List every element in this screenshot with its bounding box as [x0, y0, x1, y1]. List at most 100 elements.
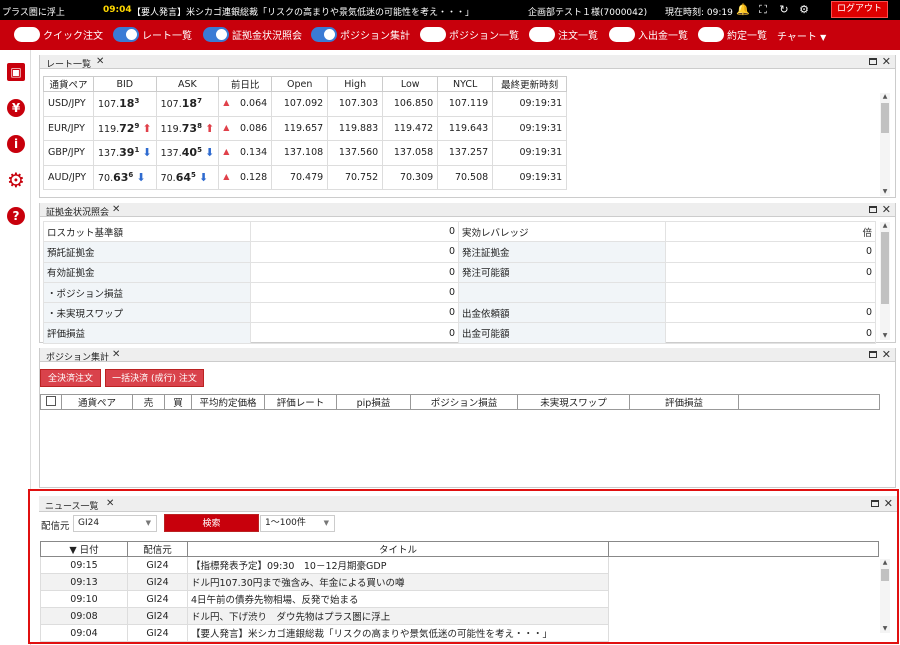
news-row[interactable]: 09:04 GI24 【要人発言】米シカゴ連銀総裁「リスクの高まりや景気低迷の可能性… — [40, 624, 879, 642]
toggle-switch[interactable] — [203, 27, 229, 42]
close-icon[interactable]: ✕ — [882, 348, 891, 361]
low-cell: 70.309 — [382, 164, 439, 190]
info-icon[interactable]: i — [7, 135, 25, 153]
menu-toggle-quick-order[interactable]: クイック注文 — [14, 27, 103, 43]
menu-toggle-rate-list[interactable]: レート一覧 — [113, 27, 192, 43]
toggle-switch[interactable] — [113, 27, 139, 42]
margin-value: 0 — [250, 281, 459, 304]
news-title[interactable]: 【要人発言】米シカゴ連銀総裁「リスクの高まりや景気低迷の可能性を考え・・・」 — [187, 624, 609, 642]
toggle-switch[interactable] — [698, 27, 724, 42]
margin-value: 倍 — [665, 220, 876, 243]
toggle-switch[interactable] — [529, 27, 555, 42]
tab-close-icon[interactable]: ✕ — [112, 204, 120, 215]
bulk-market-close-button[interactable]: 一括決済 (成行) 注文 — [105, 369, 204, 387]
news-title[interactable]: 【指標発表予定】09:30 10－12月期豪GDP — [187, 556, 609, 574]
news-title[interactable]: 4日午前の債券先物相場、反発で始まる — [187, 590, 609, 608]
pair-cell: USD/JPY — [43, 91, 94, 117]
rate-row[interactable]: USD/JPY 107.183 107.187 ▲ 0.064 107.092 107.… — [43, 91, 568, 117]
rate-row[interactable]: EUR/JPY 119.729 ⬆ 119.738 ⬆ ▲ 0.086 119.657 11… — [43, 115, 568, 141]
logout-button[interactable]: ログアウト — [831, 1, 888, 18]
news-empty-cell — [608, 624, 879, 642]
bell-icon[interactable]: 🔔 — [736, 3, 750, 17]
search-button[interactable]: 検索 — [164, 514, 259, 532]
scroll-up-icon[interactable]: ▲ — [880, 222, 890, 230]
menu-toggle-margin-status[interactable]: 証拠金状況照会 — [203, 27, 302, 43]
ask-cell[interactable]: 119.738 ⬆ — [155, 115, 220, 141]
save-icon[interactable]: ▣ — [7, 63, 25, 81]
news-scrollbar[interactable]: ▲ ▼ — [880, 559, 890, 633]
tab-close-icon[interactable]: ✕ — [106, 498, 114, 509]
margin-label: 発注証拠金 — [458, 241, 666, 263]
column-header-date[interactable]: ▼ 日付 — [40, 541, 128, 557]
select-all-checkbox[interactable] — [40, 394, 62, 410]
scroll-thumb[interactable] — [881, 232, 889, 304]
scroll-down-icon[interactable]: ▼ — [880, 332, 890, 340]
maximize-icon[interactable] — [869, 351, 877, 358]
menu-toggle-deposit-list[interactable]: 入出金一覧 — [609, 27, 688, 43]
menu-label: 証拠金状況照会 — [232, 31, 302, 42]
gear-icon[interactable]: ⚙ — [797, 3, 811, 17]
scroll-thumb[interactable] — [881, 103, 889, 133]
bid-cell[interactable]: 107.183 — [93, 91, 157, 117]
news-row[interactable]: 09:08 GI24 ドル円、下げ渋り ダウ先物はプラス圏に浮上 — [40, 607, 879, 625]
triangle-up-icon: ▲ — [223, 147, 230, 157]
toggle-switch[interactable] — [609, 27, 635, 42]
source-select[interactable]: GI24 ▼ — [73, 515, 157, 532]
yen-icon[interactable]: ¥ — [7, 99, 25, 117]
price-fraction: 6 — [128, 170, 134, 179]
close-icon[interactable]: ✕ — [882, 55, 891, 68]
ask-cell[interactable]: 107.187 — [155, 91, 220, 117]
close-icon[interactable]: ✕ — [882, 203, 891, 216]
news-title[interactable]: ドル円107.30円まで強含み、年金による買いの噂 — [187, 573, 609, 591]
close-icon[interactable]: ✕ — [884, 497, 893, 510]
margin-value: 0 — [250, 220, 459, 243]
news-row[interactable]: 09:15 GI24 【指標発表予定】09:30 10－12月期豪GDP — [40, 556, 879, 574]
column-header: 最終更新時刻 — [492, 76, 568, 92]
scroll-down-icon[interactable]: ▼ — [880, 625, 890, 633]
column-header-source[interactable]: 配信元 — [127, 541, 188, 557]
scroll-down-icon[interactable]: ▼ — [880, 188, 890, 196]
ticker-message[interactable]: 【要人発言】米シカゴ連銀総裁「リスクの高まりや景気低迷の可能性を考え・・・」 — [132, 5, 474, 18]
fullscreen-icon[interactable]: ⛶ — [756, 3, 770, 17]
menu-toggle-execution-list[interactable]: 約定一覧 — [698, 27, 767, 43]
ask-cell[interactable]: 70.645 ⬇ — [155, 164, 220, 190]
help-icon[interactable]: ? — [7, 207, 25, 225]
column-header: 通貨ペア — [43, 76, 94, 92]
news-source: GI24 — [127, 624, 188, 642]
rate-row[interactable]: GBP/JPY 137.391 ⬇ 137.405 ⬇ ▲ 0.134 137.108 13… — [43, 140, 568, 166]
bid-cell[interactable]: 119.729 ⬆ — [93, 115, 157, 141]
refresh-icon[interactable]: ↻ — [777, 3, 791, 17]
maximize-icon[interactable] — [869, 206, 877, 213]
range-select[interactable]: 1～100件 ▼ — [260, 515, 335, 532]
ask-cell[interactable]: 137.405 ⬇ — [155, 140, 220, 166]
margin-scrollbar[interactable]: ▲ ▼ — [880, 222, 890, 340]
scroll-up-icon[interactable]: ▲ — [880, 559, 890, 567]
price-pips: 18 — [181, 97, 198, 111]
chart-menu[interactable]: チャート ▼ — [777, 28, 826, 44]
gear-icon[interactable]: ⚙ — [7, 170, 25, 190]
scroll-up-icon[interactable]: ▲ — [880, 93, 890, 101]
tab-close-icon[interactable]: ✕ — [96, 56, 104, 67]
news-row[interactable]: 09:13 GI24 ドル円107.30円まで強含み、年金による買いの噂 — [40, 573, 879, 591]
maximize-icon[interactable] — [869, 58, 877, 65]
scroll-thumb[interactable] — [881, 569, 889, 581]
maximize-icon[interactable] — [871, 500, 879, 507]
menu-toggle-position-list[interactable]: ポジション一覧 — [420, 27, 519, 43]
column-header-title[interactable]: タイトル — [187, 541, 609, 557]
price-prefix: 70. — [98, 172, 114, 184]
bid-cell[interactable]: 137.391 ⬇ — [93, 140, 157, 166]
toggle-switch[interactable] — [420, 27, 446, 42]
menu-toggle-position-summary[interactable]: ポジション集計 — [311, 27, 410, 43]
bid-cell[interactable]: 70.636 ⬇ — [93, 164, 157, 190]
rate-scrollbar[interactable]: ▲ ▼ — [880, 93, 890, 196]
menu-toggle-order-list[interactable]: 注文一覧 — [529, 27, 598, 43]
news-row[interactable]: 09:10 GI24 4日午前の債券先物相場、反発で始まる — [40, 590, 879, 608]
rate-row[interactable]: AUD/JPY 70.636 ⬇ 70.645 ⬇ ▲ 0.128 70.479 70.75… — [43, 164, 568, 190]
toggle-switch[interactable] — [311, 27, 337, 42]
toggle-switch[interactable] — [14, 27, 40, 42]
high-cell: 70.752 — [327, 164, 384, 190]
news-title[interactable]: ドル円、下げ渋り ダウ先物はプラス圏に浮上 — [187, 607, 609, 625]
change-cell: ▲ 0.128 — [218, 164, 273, 190]
tab-close-icon[interactable]: ✕ — [112, 349, 120, 360]
close-all-order-button[interactable]: 全決済注文 — [40, 369, 101, 387]
